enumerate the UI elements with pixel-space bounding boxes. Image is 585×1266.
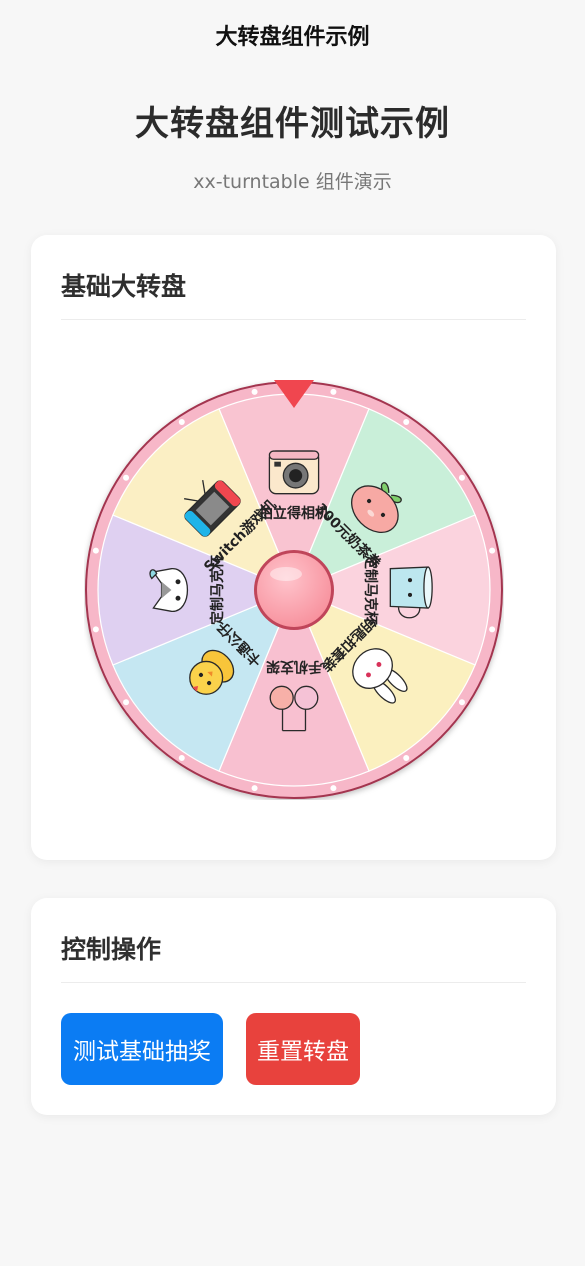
rim-light — [489, 626, 496, 633]
turntable[interactable]: 拍立得相机 300元奶茶券 定制马克杯 钥匙扣套装 手机支架 卡通公仔 定制马克杯 Switc… — [84, 380, 504, 800]
rim-light — [178, 754, 185, 761]
rim-light — [458, 474, 465, 481]
turntable-wheel[interactable]: 拍立得相机300元奶茶券定制马克杯钥匙扣套装手机支架卡通公仔定制马克杯Switc… — [84, 380, 504, 800]
rim-light — [403, 419, 410, 426]
rim-light — [178, 419, 185, 426]
page-subtitle: xx-turntable 组件演示 — [193, 171, 392, 193]
rim-light — [489, 547, 496, 554]
test-basic-draw-button[interactable]: 测试基础抽奖 — [61, 1013, 223, 1085]
card-divider — [61, 319, 526, 320]
basic-card-title: 基础大转盘 — [61, 272, 187, 301]
rim-light — [330, 785, 337, 792]
control-card-title: 控制操作 — [61, 935, 162, 964]
rim-light — [123, 699, 130, 706]
rim-light — [330, 388, 337, 395]
card-divider — [61, 982, 526, 983]
rim-light — [92, 547, 99, 554]
page-header: 大转盘组件测试示例 xx-turntable 组件演示 — [0, 96, 585, 194]
reset-turntable-button[interactable]: 重置转盘 — [246, 1013, 360, 1085]
rim-light — [403, 754, 410, 761]
navbar-title: 大转盘组件示例 — [215, 25, 370, 50]
page-title: 大转盘组件测试示例 — [135, 104, 450, 144]
button-highlight — [270, 567, 302, 581]
rim-light — [251, 785, 258, 792]
prize-label: 定制马克杯 — [362, 555, 379, 626]
prize-label: 手机支架 — [266, 658, 322, 675]
control-card: 控制操作 测试基础抽奖 重置转盘 — [31, 898, 556, 1115]
rim-light — [458, 699, 465, 706]
start-draw-button[interactable] — [257, 553, 331, 627]
navigation-bar: 大转盘组件示例 — [0, 0, 585, 70]
rim-light — [123, 474, 130, 481]
instant-camera-icon — [268, 450, 320, 495]
rim-light — [92, 626, 99, 633]
basic-turntable-card: 基础大转盘 拍立得相机 300元奶茶券 定制马克杯 钥匙扣套装 手机支架 卡通公仔 定制马克… — [31, 235, 556, 860]
rim-light — [251, 388, 258, 395]
